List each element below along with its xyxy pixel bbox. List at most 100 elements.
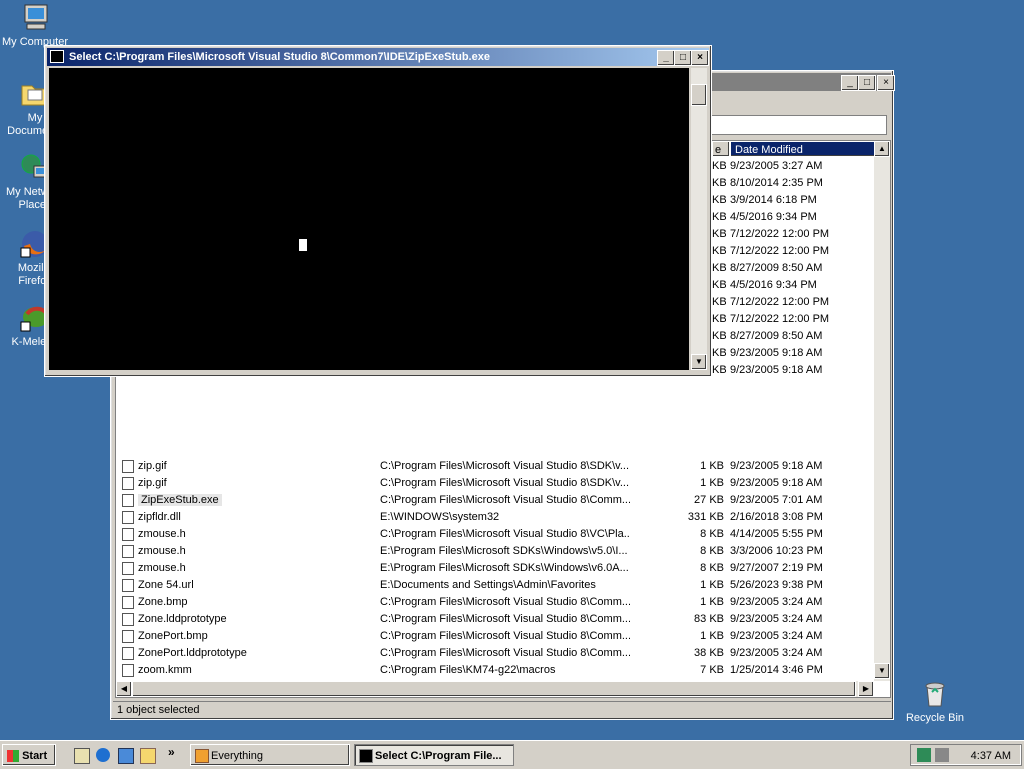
scroll-up-button[interactable]: ▲	[874, 141, 890, 157]
close-button[interactable]: ×	[877, 75, 895, 91]
console-title: Select C:\Program Files\Microsoft Visual…	[69, 48, 490, 66]
name-cell: zmouse.h	[122, 526, 362, 543]
size-cell: KB	[712, 209, 726, 226]
scroll-left-button[interactable]: ◀	[116, 681, 132, 697]
name-cell: zip.gif	[122, 475, 362, 492]
name-cell: zip.gif	[122, 458, 362, 475]
desktop-icon-recycle-bin[interactable]: Recycle Bin	[900, 678, 970, 725]
size-cell: 331 KB	[646, 509, 724, 526]
date-cell: 3/9/2014 6:18 PM	[730, 192, 870, 209]
scroll-down-button[interactable]: ▼	[691, 354, 707, 370]
clock[interactable]: 4:37 AM	[971, 745, 1011, 767]
file-name: zipfldr.dll	[138, 511, 181, 523]
file-icon	[122, 630, 134, 643]
file-icon	[122, 613, 134, 626]
file-icon	[122, 477, 134, 490]
size-cell: 8 KB	[646, 526, 724, 543]
table-row[interactable]: Zone.bmpC:\Program Files\Microsoft Visua…	[116, 594, 876, 611]
column-header-date-modified[interactable]: Date Modified	[730, 141, 876, 157]
file-icon	[122, 494, 134, 507]
path-cell: E:\Program Files\Microsoft SDKs\Windows\…	[380, 560, 630, 577]
desktop-icon-my-computer[interactable]: My Computer	[0, 2, 70, 49]
path-cell: C:\Program Files\Microsoft Visual Studio…	[380, 611, 630, 628]
minimize-button[interactable]: _	[657, 50, 675, 66]
quicklaunch-more[interactable]: »	[168, 745, 175, 759]
table-row[interactable]: ZonePort.bmp C:\Program Files\Microsoft V…	[116, 628, 876, 645]
name-cell: zmouse.h	[122, 543, 362, 560]
console-titlebar[interactable]: Select C:\Program Files\Microsoft Visual…	[47, 48, 709, 66]
size-cell: 8 KB	[646, 543, 724, 560]
scroll-down-button[interactable]: ▼	[874, 663, 890, 679]
scroll-thumb[interactable]	[132, 681, 856, 697]
size-cell: KB	[712, 243, 726, 260]
network-tray-icon[interactable]	[917, 748, 931, 762]
size-cell: KB	[712, 311, 726, 328]
vertical-scrollbar[interactable]: ▼	[691, 68, 707, 370]
size-cell: KB	[712, 294, 726, 311]
name-cell: zipfldr.dll	[122, 509, 362, 526]
table-row[interactable]: zmouse.hE:\Program Files\Microsoft SDKs\…	[116, 560, 876, 577]
table-row[interactable]: Zone 54.urlE:\Documents and Settings\Adm…	[116, 577, 876, 594]
search-icon[interactable]	[140, 748, 156, 764]
table-row[interactable]: zmouse.hE:\Program Files\Microsoft SDKs\…	[116, 543, 876, 560]
volume-tray-icon[interactable]	[935, 748, 949, 762]
console-window: Select C:\Program Files\Microsoft Visual…	[44, 45, 712, 377]
show-desktop-icon[interactable]	[74, 748, 90, 764]
recycle-bin-icon	[919, 678, 951, 710]
size-cell: 1 KB	[646, 628, 724, 645]
outlook-express-icon[interactable]	[118, 748, 134, 764]
vertical-scrollbar[interactable]: ▲ ▼	[874, 141, 890, 681]
date-cell: 9/23/2005 9:18 AM	[730, 458, 870, 475]
horizontal-scrollbar[interactable]: ◀ ▶	[116, 681, 874, 697]
date-cell: 4/5/2016 9:34 PM	[730, 277, 870, 294]
quick-launch: »	[72, 747, 182, 765]
table-row[interactable]: zmouse.hC:\Program Files\Microsoft Visua…	[116, 526, 876, 543]
name-cell: Zone.bmp	[122, 594, 362, 611]
date-cell: 9/23/2005 3:24 AM	[730, 628, 870, 645]
name-cell: zoom.kmm	[122, 662, 362, 679]
table-row[interactable]: zip.gifC:\Program Files\Microsoft Visual…	[116, 458, 876, 475]
date-cell: 7/12/2022 12:00 PM	[730, 294, 870, 311]
file-icon	[122, 460, 134, 473]
maximize-button[interactable]: □	[858, 75, 876, 91]
date-cell: 7/12/2022 12:00 PM	[730, 243, 870, 260]
internet-explorer-icon[interactable]	[96, 748, 110, 762]
table-row[interactable]: zoom.kmmC:\Program Files\KM74-g22\macros…	[116, 662, 876, 679]
date-cell: 4/14/2005 5:55 PM	[730, 526, 870, 543]
table-row[interactable]: Zone.lddprototype C:\Program Files\Micros…	[116, 611, 876, 628]
name-cell: ZonePort.bmp	[122, 628, 362, 645]
date-cell: 9/23/2005 9:18 AM	[730, 345, 870, 362]
size-cell: 83 KB	[646, 611, 724, 628]
path-cell: C:\Program Files\Microsoft Visual Studio…	[380, 645, 630, 662]
date-cell: 8/10/2014 2:35 PM	[730, 175, 870, 192]
path-cell: C:\Program Files\Microsoft Visual Studio…	[380, 628, 630, 645]
date-cell: 8/27/2009 8:50 AM	[730, 260, 870, 277]
task-console[interactable]: Select C:\Program File...	[354, 744, 514, 766]
column-header-size[interactable]: e	[712, 141, 730, 157]
scroll-right-button[interactable]: ▶	[858, 681, 874, 697]
date-cell: 9/27/2007 2:19 PM	[730, 560, 870, 577]
size-cell: 8 KB	[646, 560, 724, 577]
size-cell: 1 KB	[646, 577, 724, 594]
scroll-thumb[interactable]	[691, 84, 707, 106]
minimize-button[interactable]: _	[841, 75, 859, 91]
size-cell: 1 KB	[646, 594, 724, 611]
date-cell: 9/23/2005 3:27 AM	[730, 158, 870, 175]
table-row-selected[interactable]: ZipExeStub.exeC:\Program Files\Microsoft…	[116, 492, 876, 509]
start-button[interactable]: Start	[2, 744, 56, 766]
size-cell: KB	[712, 362, 726, 379]
close-button[interactable]: ×	[691, 50, 709, 66]
name-cell: Zone.lddprototype	[122, 611, 362, 628]
size-cell: KB	[712, 175, 726, 192]
computer-icon	[19, 2, 51, 34]
maximize-button[interactable]: □	[674, 50, 692, 66]
console-icon	[50, 50, 64, 63]
task-label: Everything	[211, 750, 263, 762]
console-output[interactable]	[49, 68, 689, 370]
date-cell: 9/23/2005 7:01 AM	[730, 492, 870, 509]
table-row[interactable]: ZonePort.lddprototypeC:\Program Files\Mi…	[116, 645, 876, 662]
file-name: ZipExeStub.exe	[138, 494, 222, 506]
table-row[interactable]: zipfldr.dllE:\WINDOWS\system32331 KB2/16…	[116, 509, 876, 526]
task-everything[interactable]: Everything	[190, 744, 350, 766]
table-row[interactable]: zip.gifC:\Program Files\Microsoft Visual…	[116, 475, 876, 492]
